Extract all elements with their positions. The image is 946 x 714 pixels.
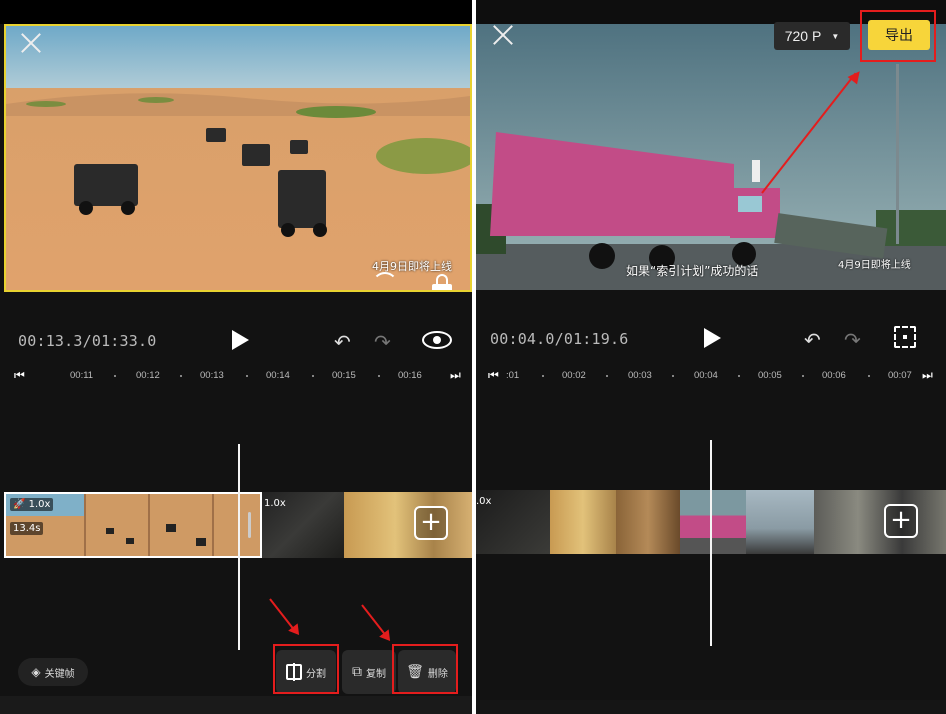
timeline-clip[interactable] [814,490,946,554]
annotation-box [273,644,339,694]
bottom-bar [476,700,946,714]
ruler-tick: 00:14 [266,370,290,381]
annotation-box [860,10,936,62]
truck-scene-image [476,24,946,290]
play-icon[interactable] [232,330,249,350]
trim-handle[interactable] [248,512,251,538]
keyframe-button[interactable]: ◈ 关键帧 [18,658,88,686]
playhead[interactable] [238,444,240,650]
preview-eye-icon[interactable] [422,331,452,349]
timeline-clip[interactable] [550,490,616,554]
copy-button[interactable]: ⧉ 复制 [342,650,396,694]
add-clip-button[interactable]: + [884,504,918,538]
close-icon[interactable] [490,22,516,48]
resolution-selector[interactable]: 720 P ▼ [774,22,850,50]
ruler-tick: 00:12 [136,370,160,381]
dropdown-caret-icon: ▼ [831,31,840,41]
speed-badge: 🚀 1.0x [10,498,54,511]
close-icon[interactable] [18,30,44,56]
bottom-bar [0,696,472,714]
timeline-clip[interactable]: 1.0x [262,492,344,558]
ruler-tick: 00:11 [70,370,94,381]
timeline-clip[interactable]: .0x [476,490,550,554]
right-editor-screen: 如果“索引计划”成功的话 4月9日即将上线 720 P ▼ 导出 00:04.0… [476,0,946,714]
playhead[interactable] [710,440,712,646]
annotation-box [392,644,458,694]
timeline-clip[interactable] [344,492,472,558]
left-editor-screen: 4月9日即将上线 00:13.3/01:33.0 ↶ ↷ ⏮ 00:11 00:… [0,0,472,714]
ruler-tick: 00:06 [822,370,846,381]
subtitle-text: 如果“索引计划”成功的话 [626,264,759,278]
jump-end-icon[interactable]: ⏭ [450,368,461,383]
video-preview[interactable]: 如果“索引计划”成功的话 4月9日即将上线 [476,24,946,290]
time-ruler[interactable]: ⏮ :01 00:02 00:03 00:04 00:05 00:06 00:0… [476,366,946,386]
speed-badge: 1.0x [264,498,286,509]
timeline-clip[interactable] [616,490,680,554]
ruler-tick: 00:15 [332,370,356,381]
selected-clip[interactable]: 🚀 1.0x 13.4s [4,492,262,558]
time-ruler[interactable]: ⏮ 00:11 00:12 00:13 00:14 00:15 00:16 ⏭ [0,366,472,386]
ruler-tick: 00:03 [628,370,652,381]
timecode: 00:04.0/01:19.6 [490,330,629,348]
ruler-tick: 00:07 [888,370,912,381]
ruler-tick: 00:16 [398,370,422,381]
ruler-tick: 00:04 [694,370,718,381]
copy-icon: ⧉ [352,664,362,680]
watermark-text: 4月9日即将上线 [838,260,911,271]
timeline-clip[interactable] [746,490,814,554]
speed-badge: .0x [476,496,492,507]
undo-icon[interactable]: ↶ [804,328,821,352]
ruler-tick: :01 [506,370,520,381]
timecode: 00:13.3/01:33.0 [18,332,157,350]
fullscreen-icon[interactable] [894,326,916,348]
jump-start-icon[interactable]: ⏮ [14,368,25,383]
timeline-clip[interactable] [680,490,746,554]
ruler-tick: 00:05 [758,370,782,381]
ruler-tick: 00:13 [200,370,224,381]
desert-scene-image [6,26,470,290]
rotate-icon[interactable] [372,272,398,290]
video-preview[interactable]: 4月9日即将上线 [4,24,472,292]
jump-start-icon[interactable]: ⏮ [488,368,499,383]
add-clip-button[interactable]: + [414,506,448,540]
status-bar [0,0,472,24]
keyframe-icon: ◈ [31,665,41,679]
jump-end-icon[interactable]: ⏭ [922,368,933,383]
ruler-tick: 00:02 [562,370,586,381]
redo-icon: ↷ [844,328,861,352]
duration-badge: 13.4s [10,522,44,535]
redo-icon: ↷ [374,330,391,354]
play-icon[interactable] [704,328,721,348]
undo-icon[interactable]: ↶ [334,330,351,354]
lock-icon[interactable] [432,274,452,290]
